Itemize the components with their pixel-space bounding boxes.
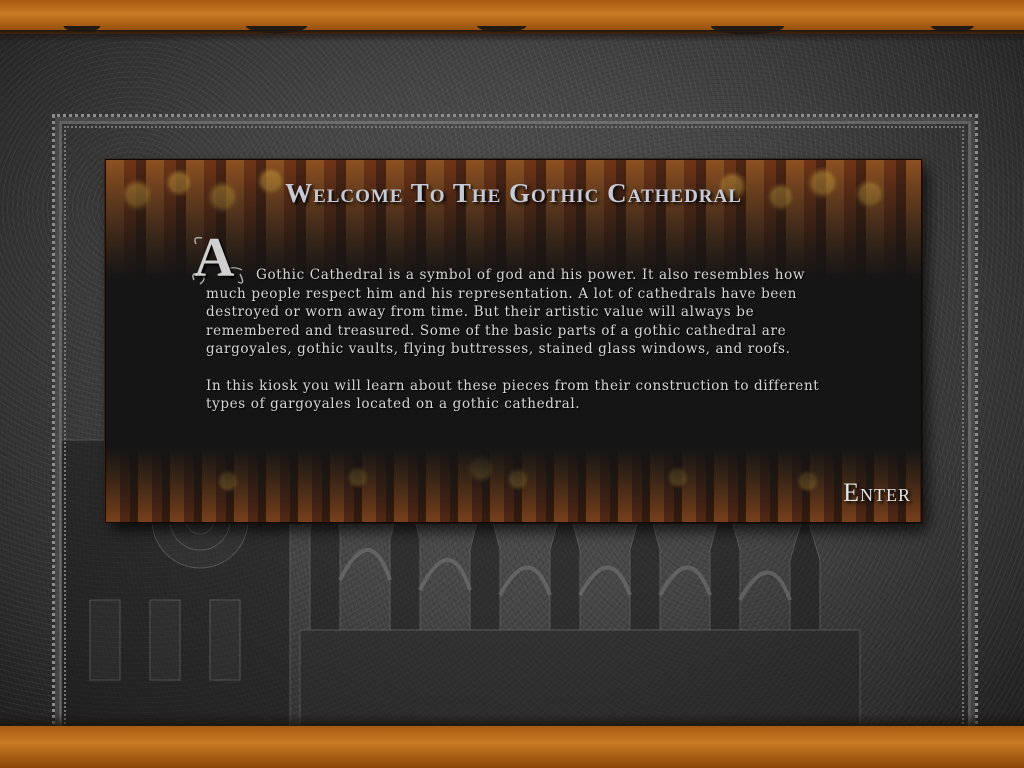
bottom-grunge-strip — [0, 726, 1024, 768]
intro-paragraph-2: In this kiosk you will learn about these… — [206, 377, 820, 413]
kiosk-screen: Welcome To The Gothic Cathedral A Gothic… — [0, 0, 1024, 768]
welcome-panel: Welcome To The Gothic Cathedral A Gothic… — [105, 159, 922, 523]
intro-paragraph-1: Gothic Cathedral is a symbol of god and … — [206, 267, 806, 357]
intro-text: Gothic Cathedral is a symbol of god and … — [206, 266, 846, 414]
fresco-mural-bottom — [106, 447, 921, 522]
top-grunge-strip — [0, 0, 1024, 48]
top-grunge-shadow — [0, 30, 1024, 42]
page-title: Welcome To The Gothic Cathedral — [285, 178, 742, 208]
enter-button[interactable]: Enter — [843, 478, 911, 508]
